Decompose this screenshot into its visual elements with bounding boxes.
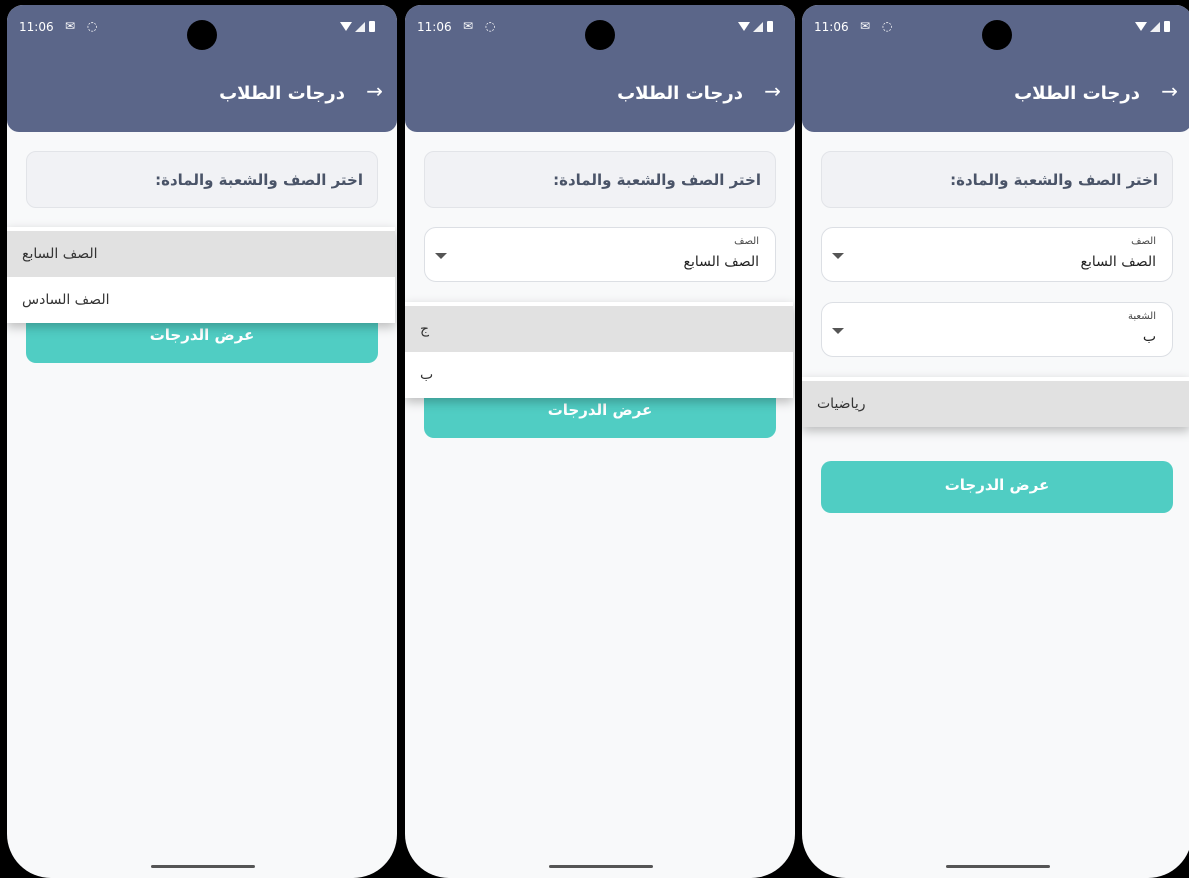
app-bar: 11:06 ✉ ◌ → درجات الطلاب bbox=[405, 5, 795, 132]
wifi-icon bbox=[1135, 22, 1147, 31]
menu-item[interactable]: الصف السادس bbox=[7, 277, 395, 323]
status-indicators bbox=[340, 19, 375, 33]
instruction-text: اختر الصف والشعبة والمادة: bbox=[950, 171, 1158, 189]
grade-value: الصف السابع bbox=[683, 254, 760, 270]
grade-dropdown[interactable]: الصف الصف السابع bbox=[424, 227, 776, 282]
grade-label: الصف bbox=[734, 236, 759, 247]
instruction-text: اختر الصف والشعبة والمادة: bbox=[155, 171, 363, 189]
notification-icons: ✉ ◌ bbox=[463, 19, 500, 33]
subject-dropdown-menu: رياضيات bbox=[802, 377, 1189, 427]
signal-icon bbox=[355, 21, 365, 32]
show-grades-label: عرض الدرجات bbox=[149, 326, 255, 344]
battery-icon bbox=[369, 21, 375, 32]
wifi-icon bbox=[340, 22, 352, 31]
phone-screen-2: 11:06 ✉ ◌ → درجات الطلاب اختر الصف والشع… bbox=[405, 5, 795, 878]
battery-icon bbox=[1164, 21, 1170, 32]
phone-screen-3: 11:06 ✉ ◌ → درجات الطلاب اختر الصف والشع… bbox=[802, 5, 1189, 878]
instruction-card: اختر الصف والشعبة والمادة: bbox=[26, 151, 378, 208]
app-bar: 11:06 ✉ ◌ → درجات الطلاب bbox=[802, 5, 1189, 132]
signal-icon bbox=[1150, 21, 1160, 32]
camera-cutout-icon bbox=[585, 20, 615, 50]
grade-value: الصف السابع bbox=[1080, 254, 1157, 270]
page-title: درجات الطلاب bbox=[617, 83, 743, 104]
signal-icon bbox=[753, 21, 763, 32]
wifi-icon bbox=[738, 22, 750, 31]
show-grades-button[interactable]: عرض الدرجات bbox=[821, 461, 1173, 513]
caret-down-icon bbox=[435, 253, 447, 259]
menu-item[interactable]: الصف السابع bbox=[7, 231, 395, 277]
menu-item[interactable]: رياضيات bbox=[802, 381, 1189, 427]
phone-screen-1: 11:06 ✉ ◌ → درجات الطلاب اختر الصف والشع… bbox=[7, 5, 397, 878]
instruction-card: اختر الصف والشعبة والمادة: bbox=[821, 151, 1173, 208]
section-dropdown[interactable]: الشعبة ب bbox=[821, 302, 1173, 357]
caret-down-icon bbox=[832, 253, 844, 259]
status-time: 11:06 bbox=[417, 20, 452, 34]
back-arrow-icon[interactable]: → bbox=[1161, 81, 1178, 101]
home-indicator[interactable] bbox=[946, 865, 1050, 868]
notification-icons: ✉ ◌ bbox=[860, 19, 897, 33]
show-grades-label: عرض الدرجات bbox=[944, 476, 1050, 494]
grade-dropdown[interactable]: الصف الصف السابع bbox=[821, 227, 1173, 282]
grade-dropdown-menu: الصف السابع الصف السادس bbox=[7, 227, 395, 323]
page-title: درجات الطلاب bbox=[1014, 83, 1140, 104]
menu-item[interactable]: ب bbox=[405, 352, 793, 398]
back-arrow-icon[interactable]: → bbox=[764, 81, 781, 101]
back-arrow-icon[interactable]: → bbox=[366, 81, 383, 101]
caret-down-icon bbox=[832, 328, 844, 334]
instruction-text: اختر الصف والشعبة والمادة: bbox=[553, 171, 761, 189]
camera-cutout-icon bbox=[187, 20, 217, 50]
app-bar: 11:06 ✉ ◌ → درجات الطلاب bbox=[7, 5, 397, 132]
section-value: ب bbox=[1142, 329, 1156, 345]
status-time: 11:06 bbox=[814, 20, 849, 34]
grade-label: الصف bbox=[1131, 236, 1156, 247]
section-dropdown-menu: ج ب bbox=[405, 302, 793, 398]
page-title: درجات الطلاب bbox=[219, 83, 345, 104]
show-grades-label: عرض الدرجات bbox=[547, 401, 653, 419]
status-indicators bbox=[1135, 19, 1170, 33]
status-time: 11:06 bbox=[19, 20, 54, 34]
notification-icons: ✉ ◌ bbox=[65, 19, 102, 33]
instruction-card: اختر الصف والشعبة والمادة: bbox=[424, 151, 776, 208]
status-indicators bbox=[738, 19, 773, 33]
home-indicator[interactable] bbox=[549, 865, 653, 868]
menu-item[interactable]: ج bbox=[405, 306, 793, 352]
home-indicator[interactable] bbox=[151, 865, 255, 868]
section-label: الشعبة bbox=[1128, 311, 1156, 322]
battery-icon bbox=[767, 21, 773, 32]
camera-cutout-icon bbox=[982, 20, 1012, 50]
